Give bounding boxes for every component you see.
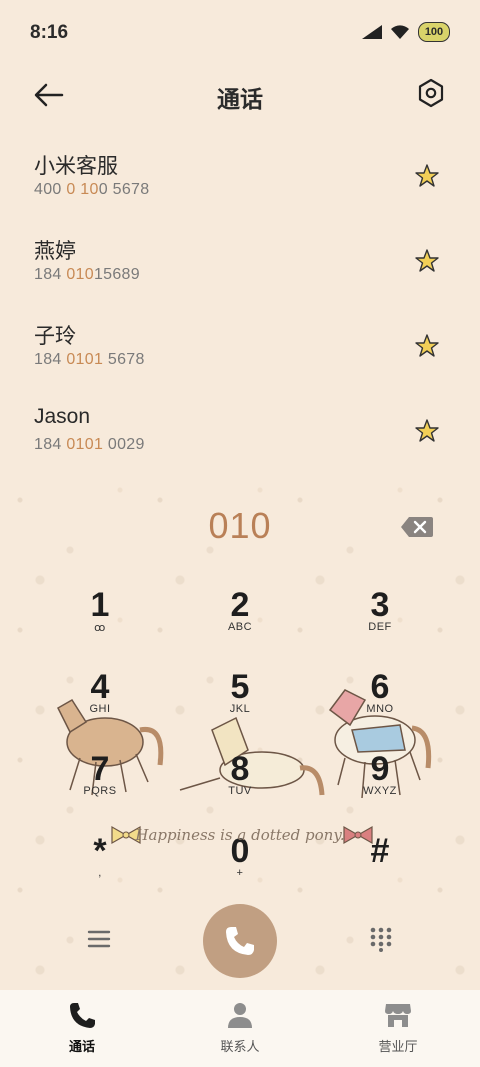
number-match: 010 [66,266,94,283]
contact-number: 184 0101 0029 [34,436,145,454]
store-icon [385,1004,411,1027]
settings-hexagon-icon[interactable] [416,78,446,108]
phone-handset-icon [226,927,254,955]
wifi-icon [391,25,409,39]
tab-contacts[interactable]: 联系人 [180,1000,300,1055]
key-digit: 4 [90,668,110,706]
number-prefix: 400 [34,181,67,198]
key-letters: PQRS [83,785,117,797]
contact-suggestion-list: 小米客服 400 0 100 5678 燕婷 184 01015689 子玲 1… [0,140,480,480]
tab-calls[interactable]: 通话 [22,1000,142,1055]
page-title: 通话 [217,86,263,112]
contact-name: 小米客服 [34,155,118,178]
app-header: 通话 [0,70,480,120]
contact-number: 184 01015689 [34,266,140,284]
key-digit: 9 [370,750,390,788]
contact-row[interactable]: 子玲 184 0101 5678 [0,310,480,395]
call-button[interactable] [203,904,277,978]
number-prefix: 184 [34,436,67,453]
voicemail-icon: ꝏ [94,622,106,634]
contact-number: 400 0 100 5678 [34,181,149,199]
key-6[interactable]: 6 MNO [320,667,440,743]
key-digit: 6 [370,668,390,706]
tab-label: 通话 [68,1039,95,1054]
contact-name: Jason [34,405,91,428]
number-match: 0101 [66,351,104,368]
key-5[interactable]: 5 JKL [180,667,300,743]
key-letters: TUV [228,785,252,797]
bottom-navigation: 通话 联系人 营业厅 [0,990,480,1067]
key-8[interactable]: 8 TUV [180,749,300,825]
number-suffix: 0029 [103,436,145,453]
key-2[interactable]: 2 ABC [180,585,300,661]
dial-action-row [0,900,480,984]
number-match: 0 10 [66,181,99,198]
tab-service-hall[interactable]: 营业厅 [338,1000,458,1055]
key-letters: WXYZ [363,785,397,797]
wallpaper-slogan: Happiness is a dotted pony. [135,826,345,844]
key-1[interactable]: 1ꝏ [40,585,160,661]
key-7[interactable]: 7 PQRS [40,749,160,825]
key-letters: GHI [89,703,111,715]
key-3[interactable]: 3 DEF [320,585,440,661]
key-digit: 2 [230,586,250,624]
contact-row[interactable]: 燕婷 184 01015689 [0,225,480,310]
status-time: 8:16 [30,22,69,43]
key-digit: 7 [90,750,110,788]
signal-icon [362,25,382,39]
favorite-star-icon[interactable] [414,163,440,189]
tab-label: 营业厅 [378,1039,418,1054]
number-match: 0101 [66,436,104,453]
contact-name: 子玲 [34,325,76,348]
number-prefix: 184 [34,266,67,283]
number-suffix: 5678 [103,351,145,368]
contact-row[interactable]: 小米客服 400 0 100 5678 [0,140,480,225]
person-icon [228,1003,252,1028]
menu-icon[interactable] [86,928,112,950]
contact-name: 燕婷 [34,240,76,263]
key-digit: 3 [370,586,390,624]
tab-label: 联系人 [220,1039,260,1054]
key-digit: 8 [230,750,250,788]
contact-number: 184 0101 5678 [34,351,145,369]
number-prefix: 184 [34,351,67,368]
key-digit: 5 [230,668,250,706]
key-4[interactable]: 4 GHI [40,667,160,743]
key-letters: DEF [368,621,392,633]
favorite-star-icon[interactable] [414,248,440,274]
key-letters: + [236,867,244,879]
key-9[interactable]: 9 WXYZ [320,749,440,825]
phone-icon [70,1003,95,1028]
battery-indicator: 100 [418,22,450,42]
contact-row[interactable]: Jason 184 0101 0029 [0,395,480,480]
key-digit: 1 [90,586,110,624]
number-suffix: 15689 [93,266,140,283]
dialpad-icon[interactable] [368,926,394,952]
key-letters: ABC [227,621,253,633]
red-bow-icon [343,825,373,845]
backspace-icon[interactable] [400,516,434,538]
key-letters: , [98,867,102,879]
status-icons: 100 [362,22,450,42]
number-suffix: 0 5678 [98,181,150,198]
status-bar: 8:16 100 [0,0,480,64]
favorite-star-icon[interactable] [414,418,440,444]
key-letters: JKL [229,703,251,715]
favorite-star-icon[interactable] [414,333,440,359]
key-letters: MNO [366,703,394,715]
